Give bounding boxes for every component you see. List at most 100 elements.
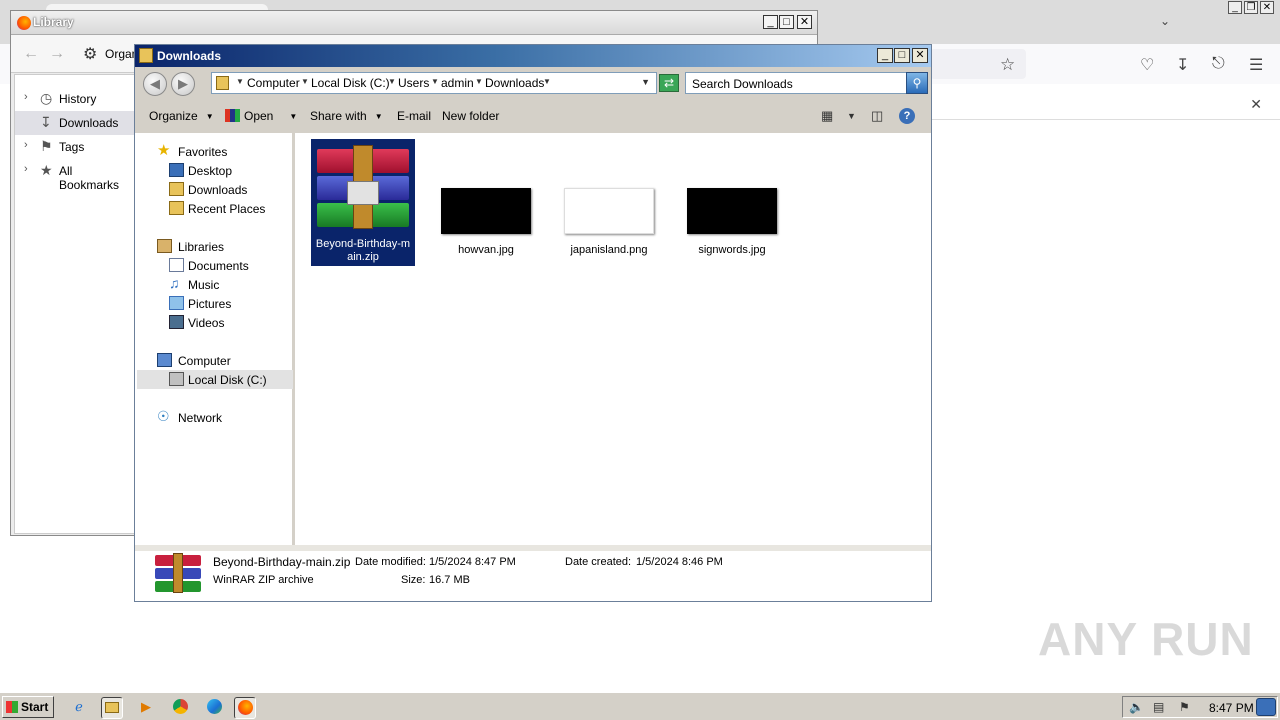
sidebar-item-downloads[interactable]: ↧ Downloads	[15, 111, 135, 135]
nav-favorites[interactable]: ★ Favorites	[137, 142, 293, 161]
clock[interactable]: 8:47 PM	[1209, 701, 1254, 715]
minimize-button[interactable]: _	[877, 48, 893, 63]
maximize-button[interactable]: □	[894, 48, 910, 63]
details-size-label: Size:	[401, 574, 426, 586]
nav-desktop[interactable]: Desktop	[137, 161, 293, 180]
chevron-right-icon[interactable]: ▼	[543, 77, 551, 86]
nav-label: Favorites	[178, 145, 228, 159]
network-icon: ☉	[157, 408, 170, 424]
chevron-right-icon[interactable]: ▼	[388, 77, 396, 86]
nav-music[interactable]: ♫ Music	[137, 275, 293, 294]
file-item-signwords[interactable]: signwords.jpg	[680, 139, 784, 266]
extensions-icon[interactable]: ⎋	[1212, 55, 1225, 73]
file-item-howvan[interactable]: howvan.jpg	[434, 139, 538, 266]
forward-arrow-icon[interactable]: →	[49, 45, 65, 63]
explorer-title-bar: Downloads _ □ ✕	[135, 45, 931, 67]
share-with-button[interactable]: Share with ▼	[310, 109, 383, 123]
nav-label: Computer	[178, 354, 231, 368]
nav-local-disk[interactable]: Local Disk (C:)	[137, 370, 293, 389]
nav-network[interactable]: ☉ Network	[137, 408, 293, 427]
breadcrumb-downloads[interactable]: Downloads	[485, 76, 544, 90]
menu-icon[interactable]: ☰	[1249, 55, 1263, 75]
details-size: 16.7 MB	[429, 574, 470, 586]
nav-downloads[interactable]: Downloads	[137, 180, 293, 199]
close-button[interactable]: ✕	[912, 48, 928, 63]
maximize-button[interactable]: □	[779, 15, 794, 29]
close-icon[interactable]: ✕	[1250, 96, 1262, 113]
internet-explorer-icon[interactable]: ℯ	[68, 697, 90, 719]
nav-libraries[interactable]: Libraries	[137, 237, 293, 256]
address-bar[interactable]: ▼ Computer ▼ Local Disk (C:) ▼ Users ▼ a…	[211, 72, 657, 94]
preview-pane-icon[interactable]: ◫	[871, 108, 883, 124]
chevron-right-icon[interactable]: ▼	[431, 77, 439, 86]
sidebar-item-all-bookmarks[interactable]: › ★ All Bookmarks	[15, 159, 135, 192]
chevron-right-icon[interactable]: ›	[24, 139, 28, 151]
downloads-icon[interactable]: ↧	[1176, 55, 1189, 75]
address-row: ◀ ▶ ▼ Computer ▼ Local Disk (C:) ▼ Users…	[135, 67, 931, 99]
nav-computer[interactable]: Computer	[137, 351, 293, 370]
chrome-icon[interactable]	[169, 697, 191, 719]
pocket-icon[interactable]: ♡	[1140, 55, 1154, 75]
gear-icon[interactable]: ⚙	[83, 44, 97, 64]
downloads-folder-icon	[169, 182, 184, 196]
show-desktop-icon[interactable]	[1256, 698, 1276, 716]
breadcrumb-admin[interactable]: admin	[441, 76, 474, 90]
folder-icon	[216, 76, 229, 90]
sidebar-item-tags[interactable]: › ⚑ Tags	[15, 135, 135, 159]
volume-icon[interactable]: 🔈	[1129, 700, 1144, 714]
explorer-window: Downloads _ □ ✕ ◀ ▶ ▼ Computer ▼ Local D…	[134, 44, 932, 602]
file-item-zip[interactable]: Beyond-Birthday-m ain.zip	[311, 139, 415, 266]
chevron-right-icon[interactable]: ▼	[475, 77, 483, 86]
open-button[interactable]: Open ▼	[225, 109, 297, 123]
restore-button[interactable]: ❐	[1244, 1, 1258, 14]
address-dropdown-icon[interactable]: ▼	[641, 77, 650, 87]
chevron-right-icon[interactable]: ▼	[236, 77, 244, 86]
chevron-right-icon[interactable]: ›	[24, 163, 28, 175]
explorer-taskbar-icon[interactable]	[101, 697, 123, 719]
nav-videos[interactable]: Videos	[137, 313, 293, 332]
file-name-line2: ain.zip	[347, 251, 379, 263]
details-date-modified-label: Date modified:	[355, 556, 426, 568]
action-center-flag-icon[interactable]: ⚑	[1179, 700, 1190, 714]
network-tray-icon[interactable]: ▤	[1153, 700, 1164, 714]
minimize-button[interactable]: _	[763, 15, 778, 29]
breadcrumb-users[interactable]: Users	[398, 76, 429, 90]
edge-icon[interactable]	[203, 697, 225, 719]
refresh-button[interactable]: ⇄	[659, 74, 679, 92]
breadcrumb-computer[interactable]: Computer	[247, 76, 300, 90]
sidebar-item-label: Downloads	[59, 116, 119, 130]
sidebar-item-history[interactable]: › ◷ History	[15, 87, 135, 111]
windows-logo-icon	[6, 701, 18, 713]
media-player-icon[interactable]: ▶	[135, 697, 157, 719]
forward-button[interactable]: ▶	[171, 72, 195, 96]
new-folder-button[interactable]: New folder	[442, 109, 499, 123]
watermark: ANY RUN	[1038, 613, 1254, 665]
start-button[interactable]: Start	[2, 696, 54, 718]
chevron-down-icon[interactable]: ⌄	[1160, 14, 1170, 28]
view-dropdown-icon[interactable]: ▼	[847, 111, 856, 121]
chevron-right-icon[interactable]: ›	[24, 91, 28, 103]
back-arrow-icon[interactable]: ←	[23, 45, 39, 63]
nav-documents[interactable]: Documents	[137, 256, 293, 275]
firefox-taskbar-icon[interactable]	[234, 697, 256, 719]
email-button[interactable]: E-mail	[397, 109, 431, 123]
file-item-japanisland[interactable]: japanisland.png	[557, 139, 661, 266]
close-button[interactable]: ✕	[1260, 1, 1274, 14]
close-button[interactable]: ✕	[797, 15, 812, 29]
breadcrumb-local-disk[interactable]: Local Disk (C:)	[311, 76, 390, 90]
organize-label: Organize	[149, 109, 198, 123]
bookmark-star-icon[interactable]: ☆	[1000, 55, 1015, 75]
desktop-icon	[169, 163, 184, 177]
organize-button[interactable]: Organize ▼	[149, 109, 214, 123]
search-icon[interactable]: ⚲	[906, 72, 928, 94]
winrar-archive-icon	[155, 553, 201, 593]
help-icon[interactable]: ?	[899, 108, 915, 124]
back-button[interactable]: ◀	[143, 72, 167, 96]
nav-pictures[interactable]: Pictures	[137, 294, 293, 313]
search-input[interactable]: Search Downloads	[685, 72, 907, 94]
nav-label: Recent Places	[188, 202, 266, 216]
nav-recent-places[interactable]: Recent Places	[137, 199, 293, 218]
chevron-right-icon[interactable]: ▼	[301, 77, 309, 86]
minimize-button[interactable]: _	[1228, 1, 1242, 14]
change-view-icon[interactable]: ▦	[821, 108, 833, 124]
